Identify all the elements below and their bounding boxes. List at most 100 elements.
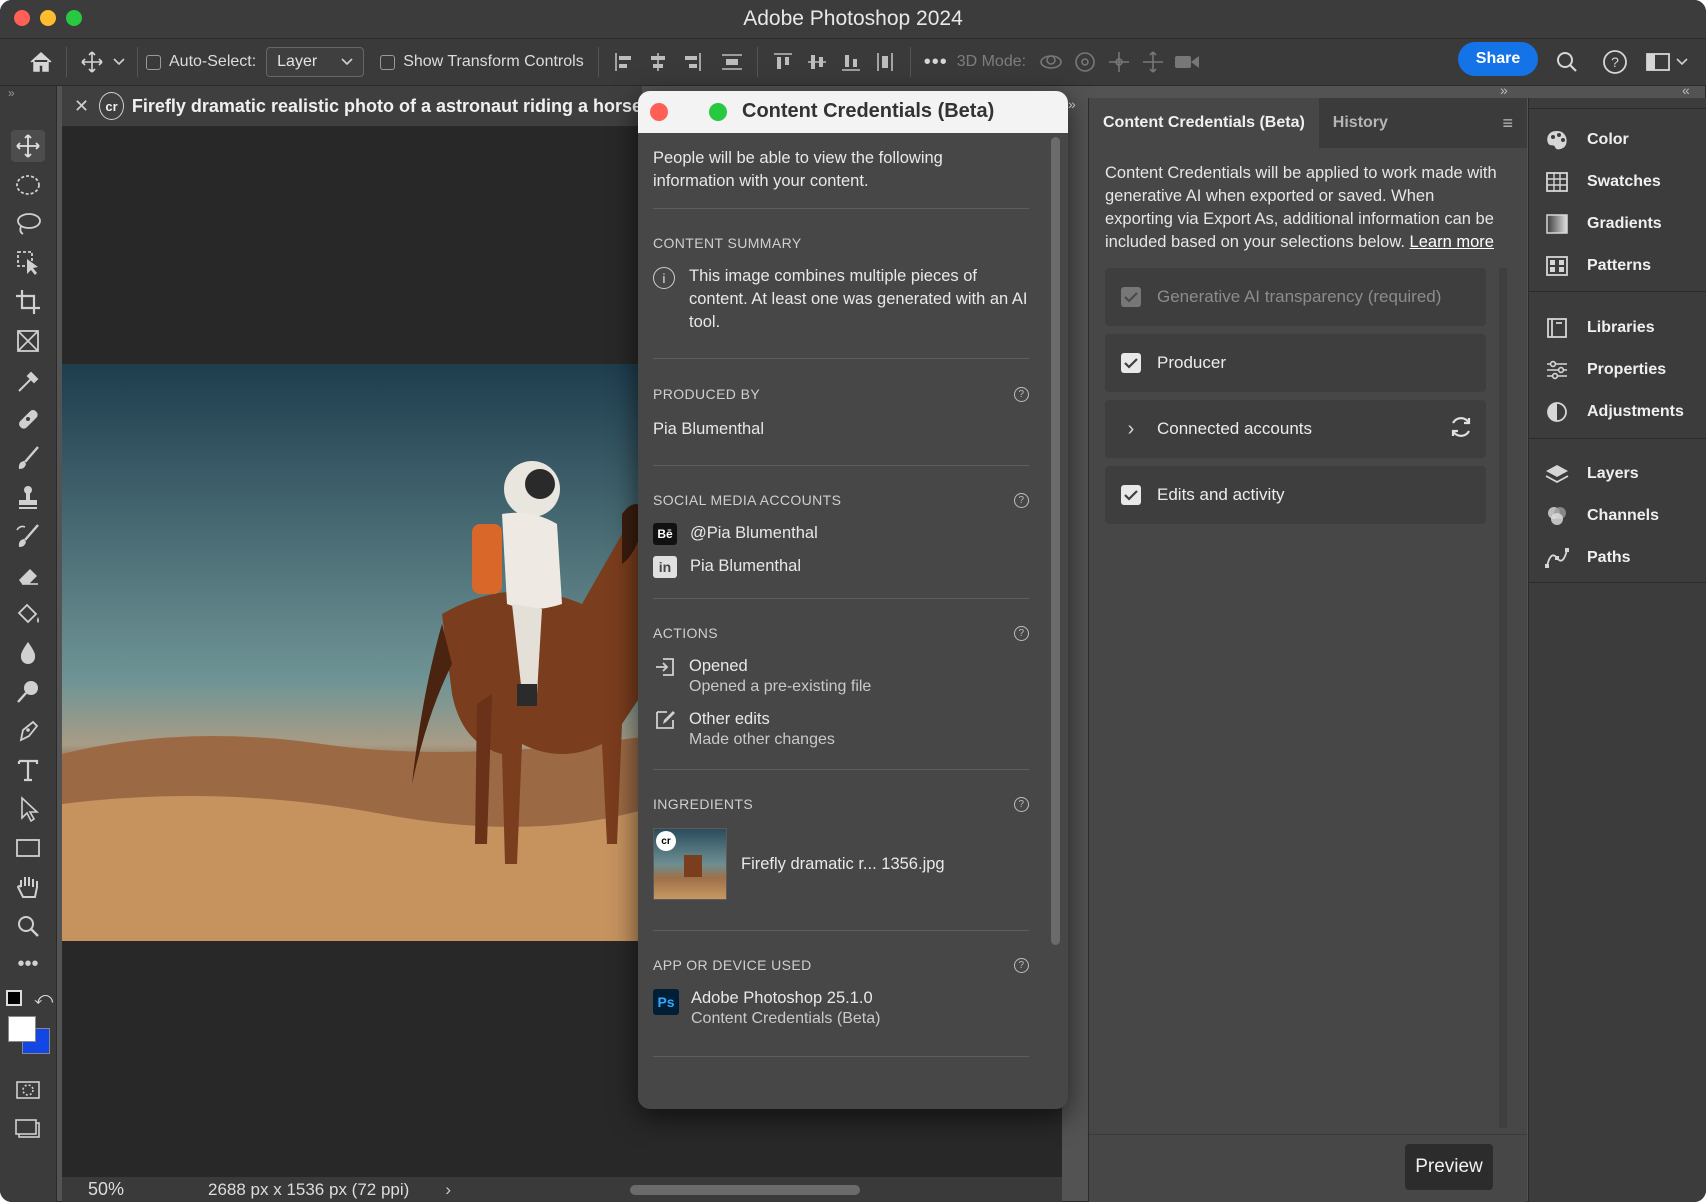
- foreground-color-swatch[interactable]: [8, 1016, 36, 1042]
- search-icon[interactable]: [1550, 45, 1584, 79]
- workspace-icon[interactable]: [1641, 45, 1675, 79]
- dock-grip[interactable]: [1529, 108, 1706, 115]
- zoom-level[interactable]: 50%: [62, 1179, 176, 1200]
- dock-grip[interactable]: [1529, 438, 1706, 445]
- document-tab[interactable]: ✕ cr Firefly dramatic realistic photo of…: [62, 86, 642, 127]
- chevron-down-icon[interactable]: [1672, 45, 1692, 79]
- dock-item-properties[interactable]: Properties: [1543, 358, 1666, 382]
- paths-icon: [1545, 548, 1569, 568]
- dock-item-channels[interactable]: Channels: [1543, 504, 1659, 528]
- chevron-right-icon[interactable]: ›: [1121, 418, 1141, 441]
- align-top-icon[interactable]: [766, 45, 800, 79]
- expand-dock-icon[interactable]: «: [1682, 82, 1690, 98]
- more-options-icon[interactable]: •••: [919, 45, 953, 79]
- help-icon[interactable]: ?: [1014, 957, 1029, 973]
- align-center-icon[interactable]: [641, 45, 675, 79]
- dock-item-paths[interactable]: Paths: [1543, 546, 1631, 570]
- distribute-icon[interactable]: [715, 45, 749, 79]
- quick-mask-tool[interactable]: [0, 1070, 56, 1109]
- blur-tool[interactable]: [0, 633, 56, 672]
- tab-history[interactable]: History: [1319, 98, 1402, 148]
- hand-tool[interactable]: [0, 867, 56, 906]
- dock-item-adjustments[interactable]: Adjustments: [1543, 400, 1684, 424]
- producer-option[interactable]: Producer: [1105, 334, 1486, 392]
- brush-tool[interactable]: [0, 438, 56, 477]
- social-account-row[interactable]: in Pia Blumenthal: [653, 555, 1029, 578]
- auto-select-toggle[interactable]: Auto-Select:: [146, 53, 256, 71]
- swap-colors-icon[interactable]: ⤺: [34, 988, 53, 1009]
- dodge-tool[interactable]: [0, 672, 56, 711]
- frame-tool[interactable]: [0, 321, 56, 360]
- distribute-vertical-icon[interactable]: [868, 45, 902, 79]
- zoom-window-button[interactable]: [66, 10, 82, 26]
- move-tool[interactable]: [0, 126, 56, 165]
- dock-item-swatches[interactable]: Swatches: [1543, 170, 1661, 194]
- elliptical-marquee-tool[interactable]: [0, 165, 56, 204]
- help-icon[interactable]: ?: [1014, 492, 1029, 508]
- clone-stamp-tool[interactable]: [0, 477, 56, 516]
- preview-button[interactable]: Preview: [1405, 1144, 1493, 1190]
- chevron-right-icon[interactable]: ›: [445, 1180, 451, 1200]
- home-icon[interactable]: [24, 45, 58, 79]
- auto-select-dropdown[interactable]: Layer: [266, 47, 365, 77]
- social-account-row[interactable]: Bē @Pia Blumenthal: [653, 522, 1029, 545]
- help-icon[interactable]: ?: [1598, 45, 1632, 79]
- crop-tool[interactable]: [0, 282, 56, 321]
- chevron-down-icon[interactable]: [109, 45, 129, 79]
- rectangle-tool[interactable]: [0, 828, 56, 867]
- dialog-zoom-button[interactable]: [709, 103, 727, 121]
- path-selection-tool[interactable]: [0, 789, 56, 828]
- object-selection-tool[interactable]: [0, 243, 56, 282]
- panel-scroll-track[interactable]: [1499, 268, 1507, 1128]
- help-icon[interactable]: ?: [1014, 625, 1029, 641]
- help-icon[interactable]: ?: [1014, 386, 1029, 402]
- type-tool[interactable]: [0, 750, 56, 789]
- paint-bucket-tool[interactable]: [0, 594, 56, 633]
- learn-more-link[interactable]: Learn more: [1410, 233, 1494, 251]
- ingredient-item[interactable]: cr Firefly dramatic r... 1356.jpg: [653, 828, 1029, 900]
- producer-checkbox[interactable]: [1121, 353, 1141, 373]
- screen-mode-tool[interactable]: [0, 1109, 56, 1148]
- share-button[interactable]: Share: [1458, 42, 1538, 76]
- tab-content-credentials[interactable]: Content Credentials (Beta): [1089, 98, 1319, 148]
- collapse-panel-icon[interactable]: »: [1500, 82, 1508, 98]
- document-image[interactable]: [62, 364, 662, 941]
- show-transform-toggle[interactable]: Show Transform Controls: [380, 53, 584, 71]
- dock-grip[interactable]: [1529, 291, 1706, 298]
- horizontal-scrollbar[interactable]: [630, 1185, 860, 1195]
- move-tool-preset-icon[interactable]: [75, 45, 109, 79]
- help-icon[interactable]: ?: [1014, 796, 1029, 812]
- expand-panel-icon[interactable]: »: [0, 86, 56, 100]
- refresh-icon[interactable]: [1448, 414, 1474, 445]
- divider: [756, 47, 758, 77]
- dock-item-gradients[interactable]: Gradients: [1543, 212, 1662, 236]
- zoom-tool[interactable]: [0, 906, 56, 945]
- align-right-icon[interactable]: [675, 45, 709, 79]
- dock-item-patterns[interactable]: Patterns: [1543, 254, 1651, 278]
- more-tools-icon[interactable]: •••: [0, 945, 56, 984]
- align-middle-icon[interactable]: [800, 45, 834, 79]
- align-bottom-icon[interactable]: [834, 45, 868, 79]
- edits-activity-option[interactable]: Edits and activity: [1105, 466, 1486, 524]
- dock-item-layers[interactable]: Layers: [1543, 462, 1639, 486]
- show-transform-checkbox[interactable]: [380, 54, 396, 70]
- dock-item-libraries[interactable]: Libraries: [1543, 316, 1655, 340]
- lasso-tool[interactable]: [0, 204, 56, 243]
- eraser-tool[interactable]: [0, 555, 56, 594]
- dialog-close-button[interactable]: [650, 103, 668, 121]
- close-tab-icon[interactable]: ✕: [74, 96, 89, 117]
- eyedropper-tool[interactable]: [0, 360, 56, 399]
- panel-menu-icon[interactable]: ≡: [1502, 98, 1527, 148]
- dock-item-color[interactable]: Color: [1543, 128, 1629, 152]
- edits-activity-checkbox[interactable]: [1121, 485, 1141, 505]
- history-brush-tool[interactable]: [0, 516, 56, 555]
- auto-select-checkbox[interactable]: [146, 54, 161, 70]
- default-colors-icon[interactable]: [6, 990, 22, 1006]
- collapse-panel-icon[interactable]: »: [1068, 96, 1076, 112]
- close-window-button[interactable]: [14, 10, 30, 26]
- align-left-icon[interactable]: [607, 45, 641, 79]
- pen-tool[interactable]: [0, 711, 56, 750]
- connected-accounts-option[interactable]: › Connected accounts: [1105, 400, 1486, 458]
- spot-healing-tool[interactable]: [0, 399, 56, 438]
- minimize-window-button[interactable]: [40, 10, 56, 26]
